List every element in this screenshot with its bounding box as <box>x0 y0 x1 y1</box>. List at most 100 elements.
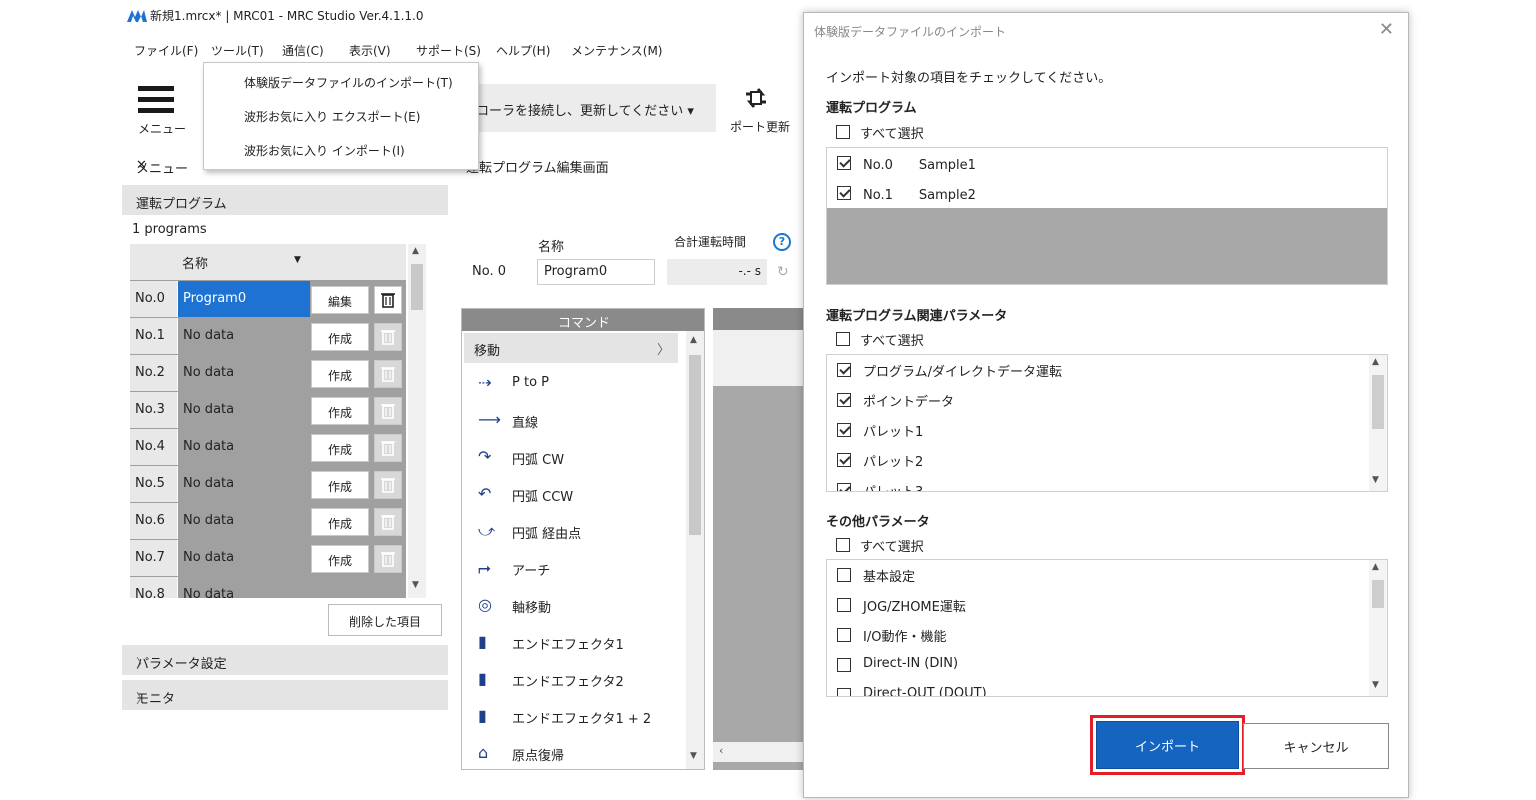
canvas-header <box>713 308 813 330</box>
canvas-hscrollbar[interactable]: ‹ <box>713 742 813 762</box>
create-button[interactable]: 作成 <box>311 397 369 425</box>
row-name-cell[interactable]: No data <box>178 540 310 576</box>
checklist-item-label: Direct-OUT (DOUT) <box>863 686 987 697</box>
menu-item-import-trial-data[interactable]: 体験版データファイルのインポート(T) <box>244 74 453 91</box>
checkbox-checked-icon[interactable] <box>837 423 851 437</box>
import-button[interactable]: インポート <box>1096 721 1239 769</box>
trash-icon[interactable] <box>374 286 402 314</box>
checkbox-checked-icon[interactable] <box>837 363 851 377</box>
table-row[interactable]: No.1 No data 作成 <box>130 318 406 355</box>
menu-maintenance[interactable]: メンテナンス(M) <box>571 42 662 59</box>
table-row[interactable]: No.5 No data 作成 <box>130 466 406 503</box>
sort-down-icon[interactable]: ▼ <box>294 255 301 265</box>
deleted-items-button[interactable]: 削除した項目 <box>328 604 442 636</box>
command-list-scrollbar[interactable]: ▲ ▼ <box>686 331 704 769</box>
table-row[interactable]: No.2 No data 作成 <box>130 355 406 392</box>
command-icon: ▮ <box>478 706 487 725</box>
create-button[interactable]: 作成 <box>311 360 369 388</box>
table-row[interactable]: No.0 Program0 編集 <box>130 281 406 318</box>
row-name-cell[interactable]: No data <box>178 466 310 502</box>
checklist-item-label: パレット3 <box>863 481 923 491</box>
help-icon[interactable]: ? <box>773 233 791 251</box>
edit-button[interactable]: 編集 <box>311 286 369 314</box>
scrollbar-thumb[interactable] <box>1372 375 1384 429</box>
trash-icon[interactable] <box>374 508 402 536</box>
port-update-icon[interactable] <box>738 80 774 116</box>
create-button[interactable]: 作成 <box>311 434 369 462</box>
checkbox-icon[interactable] <box>836 538 850 552</box>
trash-icon[interactable] <box>374 545 402 573</box>
refresh-icon[interactable]: ↻ <box>777 264 789 280</box>
trash-icon[interactable] <box>374 360 402 388</box>
chevron-down-icon[interactable]: ▼ <box>1372 680 1379 690</box>
chevron-up-icon[interactable]: ▲ <box>1372 357 1379 367</box>
column-header-name[interactable]: 名称 <box>182 253 208 272</box>
table-row[interactable]: No.3 No data 作成 <box>130 392 406 429</box>
row-name-cell[interactable]: Program0 <box>178 281 310 317</box>
sidebar-item-monitor[interactable]: モニタ 〉 <box>122 680 448 710</box>
cancel-button[interactable]: キャンセル <box>1243 723 1389 769</box>
program-name-input[interactable]: Program0 <box>537 259 655 285</box>
scrollbar-thumb[interactable] <box>1372 580 1384 608</box>
menu-item-import-waveform-favorites[interactable]: 波形お気に入り インポート(I) <box>244 142 405 159</box>
row-name-cell[interactable]: No data <box>178 355 310 391</box>
menu-help[interactable]: ヘルプ(H) <box>496 42 550 59</box>
chevron-up-icon[interactable]: ▲ <box>690 335 697 345</box>
menu-item-export-waveform-favorites[interactable]: 波形お気に入り エクスポート(E) <box>244 108 420 125</box>
trash-icon[interactable] <box>374 397 402 425</box>
checkbox-icon[interactable] <box>837 688 851 696</box>
checkbox-icon[interactable] <box>837 628 851 642</box>
table-row[interactable]: No.8 No data <box>130 577 406 598</box>
create-button[interactable]: 作成 <box>311 323 369 351</box>
checkbox-checked-icon[interactable] <box>837 453 851 467</box>
menu-view[interactable]: 表示(V) <box>349 42 391 59</box>
chevron-left-icon[interactable]: ‹ <box>719 744 723 757</box>
checkbox-icon[interactable] <box>836 332 850 346</box>
create-button[interactable]: 作成 <box>311 545 369 573</box>
controller-select[interactable]: ローラを接続し、更新してください ▾ <box>466 84 716 132</box>
checkbox-icon[interactable] <box>837 598 851 612</box>
checkbox-checked-icon[interactable] <box>837 156 851 170</box>
scrollbar-thumb[interactable] <box>689 355 701 535</box>
row-name-cell[interactable]: No data <box>178 503 310 539</box>
table-row[interactable]: No.7 No data 作成 <box>130 540 406 577</box>
chevron-down-icon[interactable]: ▼ <box>412 580 419 590</box>
row-name-cell[interactable]: No data <box>178 318 310 354</box>
row-name-cell[interactable]: No data <box>178 429 310 465</box>
menu-file[interactable]: ファイル(F) <box>134 42 198 59</box>
list-scrollbar[interactable]: ▲ ▼ <box>1369 560 1387 696</box>
menu-communication[interactable]: 通信(C) <box>282 42 324 59</box>
row-number-cell: No.5 <box>130 466 178 502</box>
checkbox-icon[interactable] <box>837 568 851 582</box>
program-canvas[interactable]: ‹ <box>713 308 813 770</box>
list-scrollbar[interactable]: ▲ ▼ <box>1369 355 1387 491</box>
program-list-scrollbar[interactable]: ▲ ▼ <box>408 244 426 598</box>
command-category-move[interactable]: 移動 〉 <box>464 333 678 363</box>
table-row[interactable]: No.4 No data 作成 <box>130 429 406 466</box>
trash-icon[interactable] <box>374 471 402 499</box>
scrollbar-thumb[interactable] <box>411 264 423 310</box>
table-row[interactable]: No.6 No data 作成 <box>130 503 406 540</box>
close-icon[interactable]: ✕ <box>1379 19 1394 40</box>
create-button[interactable]: 作成 <box>311 471 369 499</box>
checkbox-icon[interactable] <box>836 125 850 139</box>
row-name-cell[interactable]: No data <box>178 577 310 598</box>
create-button[interactable]: 作成 <box>311 508 369 536</box>
checkbox-icon[interactable] <box>837 658 851 672</box>
chevron-down-icon[interactable]: ▼ <box>690 751 697 761</box>
section-title-programs: 運転プログラム <box>826 101 917 116</box>
sidebar-item-parameter-settings[interactable]: パラメータ設定 〉 <box>122 645 448 675</box>
row-name: No data <box>183 476 235 491</box>
row-name-cell[interactable]: No data <box>178 392 310 428</box>
chevron-up-icon[interactable]: ▲ <box>412 246 419 256</box>
checkbox-checked-icon[interactable] <box>837 186 851 200</box>
trash-icon[interactable] <box>374 323 402 351</box>
chevron-up-icon[interactable]: ▲ <box>1372 562 1379 572</box>
chevron-down-icon[interactable]: ▼ <box>1372 475 1379 485</box>
menu-tools[interactable]: ツール(T) <box>211 42 264 59</box>
menu-support[interactable]: サポート(S) <box>416 42 481 59</box>
sidebar-item-operation-program[interactable]: 運転プログラム ﹀ <box>122 185 448 215</box>
trash-icon[interactable] <box>374 434 402 462</box>
checkbox-checked-icon[interactable] <box>837 393 851 407</box>
checkbox-checked-icon[interactable] <box>837 483 851 491</box>
